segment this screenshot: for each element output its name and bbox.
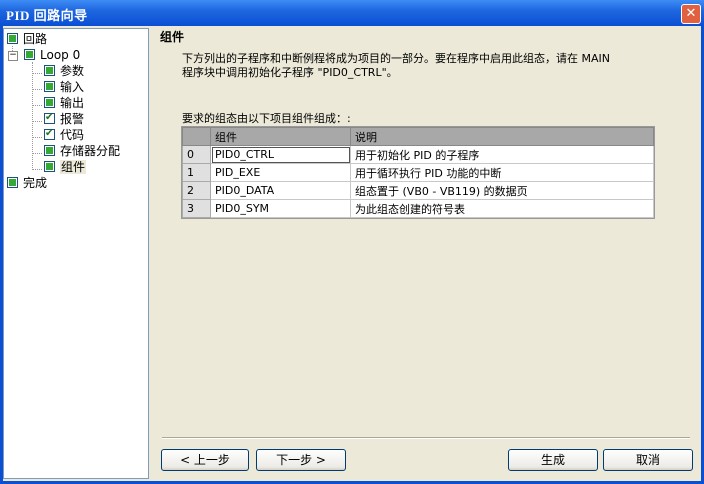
- description-cell[interactable]: 用于循环执行 PID 功能的中断: [350, 163, 654, 182]
- status-box-icon: [44, 97, 55, 108]
- tree-line: [32, 105, 42, 106]
- status-box-icon: [7, 33, 18, 44]
- generate-button[interactable]: 生成: [508, 449, 598, 471]
- tree-item-parameters[interactable]: 参数: [44, 63, 84, 79]
- tree-item-label: 参数: [60, 64, 85, 78]
- title-bar: PID 回路向导 ✕: [0, 0, 704, 26]
- tree-item-outputs[interactable]: 输出: [44, 95, 84, 111]
- row-index: 1: [182, 163, 211, 182]
- tree-line: [32, 73, 42, 74]
- header-index: [182, 127, 211, 146]
- tree-item-label: 报警: [60, 112, 85, 126]
- divider: [162, 437, 690, 439]
- table-row[interactable]: 3 PID0_SYM 为此组态创建的符号表: [182, 199, 654, 218]
- tree-item-label: 代码: [60, 128, 85, 142]
- collapse-icon[interactable]: −: [8, 51, 18, 61]
- status-box-icon: [7, 177, 18, 188]
- status-box-icon: [44, 65, 55, 76]
- component-cell[interactable]: PID_EXE: [210, 163, 351, 182]
- header-description: 说明: [350, 127, 654, 146]
- wizard-tree: 回路 − Loop 0 参数 输入 输出 ✔ 报警 ✔ 代码 存储器分配 组件 完成: [3, 28, 149, 479]
- cancel-button[interactable]: 取消: [603, 449, 693, 471]
- next-button[interactable]: 下一步 >: [256, 449, 346, 471]
- tree-item-label: 输出: [60, 96, 85, 110]
- window-title: PID 回路向导: [6, 8, 88, 23]
- status-box-icon: [44, 145, 55, 156]
- status-box-icon: [24, 49, 35, 60]
- page-description: 下方列出的子程序和中断例程将成为项目的一部分。要在程序中启用此组态，请在 MAI…: [182, 52, 682, 80]
- tree-item-components[interactable]: 组件: [44, 159, 87, 175]
- tree-item-label: 完成: [23, 176, 48, 190]
- tree-line: [32, 89, 42, 90]
- table-row[interactable]: 0 PID0_CTRL 用于初始化 PID 的子程序: [182, 145, 654, 164]
- row-index: 2: [182, 181, 211, 200]
- prev-button[interactable]: < 上一步: [161, 449, 249, 471]
- status-box-icon: [44, 81, 55, 92]
- tree-item-finish[interactable]: 完成: [7, 175, 47, 191]
- tree-item-alarms[interactable]: ✔ 报警: [44, 111, 84, 127]
- description-cell[interactable]: 组态置于 (VB0 - VB119) 的数据页: [350, 181, 654, 200]
- requirements-label: 要求的组态由以下项目组件组成：:: [182, 112, 351, 125]
- row-index: 3: [182, 199, 211, 218]
- tree-item-label: 回路: [23, 32, 48, 46]
- tree-line: [32, 137, 42, 138]
- close-icon[interactable]: ✕: [681, 4, 701, 24]
- tree-item-label: Loop 0: [40, 48, 81, 62]
- checkmark-icon: ✔: [44, 112, 55, 124]
- tree-line: [32, 153, 42, 154]
- checkmark-icon: ✔: [44, 128, 55, 140]
- tree-item-loop-root[interactable]: 回路: [7, 31, 47, 47]
- components-table: 组件 说明 0 PID0_CTRL 用于初始化 PID 的子程序 1 PID_E…: [181, 126, 655, 219]
- tree-item-loop-0[interactable]: Loop 0: [24, 47, 80, 63]
- tree-item-code[interactable]: ✔ 代码: [44, 127, 84, 143]
- tree-item-memory[interactable]: 存储器分配: [44, 143, 120, 159]
- tree-item-label: 输入: [60, 80, 85, 94]
- table-row[interactable]: 2 PID0_DATA 组态置于 (VB0 - VB119) 的数据页: [182, 181, 654, 200]
- tree-item-label: 存储器分配: [60, 144, 121, 158]
- description-line: 程序块中调用初始化子程序 "PID0_CTRL"。: [182, 66, 398, 79]
- description-line: 下方列出的子程序和中断例程将成为项目的一部分。要在程序中启用此组态，请在 MAI…: [182, 52, 610, 65]
- status-box-icon: [44, 161, 55, 172]
- component-cell[interactable]: PID0_DATA: [210, 181, 351, 200]
- description-cell[interactable]: 用于初始化 PID 的子程序: [350, 145, 654, 164]
- table-header-row: 组件 说明: [182, 127, 654, 146]
- header-component: 组件: [210, 127, 351, 146]
- page-title: 组件: [160, 30, 185, 44]
- component-cell[interactable]: PID0_CTRL: [210, 145, 351, 164]
- tree-line: [32, 121, 42, 122]
- table-row[interactable]: 1 PID_EXE 用于循环执行 PID 功能的中断: [182, 163, 654, 182]
- tree-item-label: 组件: [60, 160, 87, 174]
- row-index: 0: [182, 145, 211, 164]
- tree-item-inputs[interactable]: 输入: [44, 79, 84, 95]
- tree-line: [32, 169, 42, 170]
- component-cell[interactable]: PID0_SYM: [210, 199, 351, 218]
- description-cell[interactable]: 为此组态创建的符号表: [350, 199, 654, 218]
- wizard-page: 组件 下方列出的子程序和中断例程将成为项目的一部分。要在程序中启用此组态，请在 …: [152, 28, 700, 479]
